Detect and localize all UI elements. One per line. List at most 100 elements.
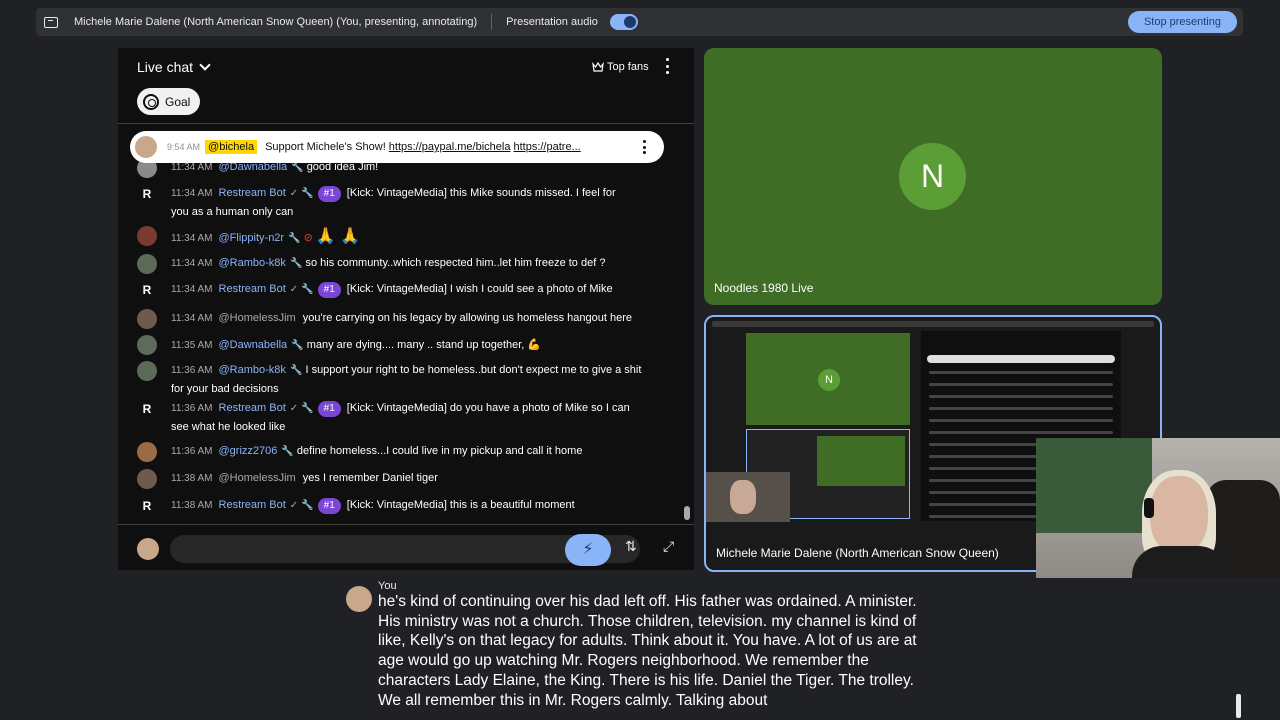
avatar [137,335,157,355]
message-text: you're carrying on his legacy by allowin… [302,312,632,324]
chat-message: 11:34 AM @HomelessJim you're carrying on … [118,309,678,329]
message-author[interactable]: @Flippity-n2r [219,232,285,244]
chat-message: R 11:38 AM Restream Bot ✓ 🔧 #1 [Kick: Vintag… [118,496,678,514]
presentation-audio-toggle[interactable] [609,14,638,30]
message-text: [Kick: VintageMedia] this Mike sounds mi… [346,187,616,199]
chat-message: 11:34 AM @Flippity-n2r 🔧 ⊘ 🙏 🙏 [118,226,678,248]
avatar [135,136,157,158]
mini-participant-tile: N [746,333,910,425]
goal-button[interactable]: Goal [137,88,201,115]
message-time: 11:34 AM [171,162,213,173]
avatar [137,226,157,246]
message-time: 11:36 AM [171,365,213,376]
chat-message: 11:36 AM @grizz2706 🔧 define homeless...I … [118,442,678,462]
wrench-icon: 🔧 [281,446,294,457]
caption-scrollbar[interactable] [1236,694,1241,718]
pinned-message[interactable]: 9:54 AM @bichela Support Michele's Show!… [130,131,664,163]
no-entry-icon: ⊘ [303,232,313,244]
participant-tile[interactable]: N Noodles 1980 Live [704,48,1162,305]
wrench-icon: 🔧 [289,258,303,269]
participant-avatar: N [899,143,966,210]
avatar [137,361,157,381]
chat-mode-dropdown[interactable]: Live chat [137,59,211,75]
crown-icon [592,62,604,72]
chat-message: 11:36 AM @Rambo-k8k 🔧 I support your right… [118,361,678,397]
wrench-icon: 🔧 [301,403,314,414]
message-time: 11:34 AM [171,258,213,269]
chat-message: R 11:34 AM Restream Bot ✓ 🔧 #1 [Kick: Vintag… [118,280,678,298]
headset [1144,498,1154,518]
chat-message: 11:35 AM @Dawnabella 🔧 many are dying.... … [118,335,678,355]
message-text: many are dying.... many .. stand up toge… [306,339,542,351]
chat-scrollbar[interactable] [684,506,690,520]
caption-text: he's kind of continuing over his dad lef… [378,593,917,709]
more-vert-icon[interactable] [643,140,646,154]
message-text: [Kick: VintageMedia] I wish I could see … [346,283,613,295]
mini-avatar: N [818,369,840,391]
chat-message: 11:34 AM @Rambo-k8k 🔧 so his communty..whi… [118,254,678,274]
more-vert-icon[interactable] [666,58,670,74]
message-author[interactable]: Restream Bot [219,499,286,511]
message-time: 11:34 AM [171,313,213,324]
avatar [137,309,157,329]
stop-presenting-button[interactable]: Stop presenting [1127,11,1237,33]
swap-icon[interactable]: ⇅ [625,538,637,555]
message-author[interactable]: Restream Bot [219,402,286,414]
message-time: 11:36 AM [171,403,213,414]
divider [118,524,694,525]
chat-message: R 11:36 AM Restream Bot ✓ 🔧 #1 [Kick: Vintag… [118,399,678,435]
chat-title: Live chat [137,59,194,75]
top-fans-button[interactable]: Top fans [588,56,653,78]
message-time: 11:38 AM [171,500,213,511]
mini-presenting-bar [712,321,1154,327]
lightning-icon[interactable]: ⚡ [565,534,611,566]
message-author[interactable]: @grizz2706 [219,445,278,457]
goal-icon [143,93,159,110]
pinned-link-patreon[interactable]: https://patre... [513,141,580,153]
message-author[interactable]: @Rambo-k8k [219,257,286,269]
rank-badge: #1 [317,498,341,514]
message-text: 🙏 🙏 [315,228,361,245]
divider [118,123,694,124]
wrench-icon: 🔧 [291,340,304,351]
mini-webcam [706,472,790,522]
message-author[interactable]: Restream Bot [219,283,286,295]
pinned-link-paypal[interactable]: https://paypal.me/bichela [389,141,511,153]
goal-label: Goal [165,94,191,109]
wrench-icon: 🔧 [289,365,303,376]
divider [491,14,493,30]
chevron-down-icon [199,59,211,71]
message-time: 11:34 AM [171,233,213,244]
verified-check-icon: ✓ [289,284,299,295]
wrench-icon: 🔧 [288,233,301,244]
avatar [137,469,157,489]
background-monitor [1036,438,1152,533]
wrench-icon: 🔧 [291,162,304,173]
message-author[interactable]: Restream Bot [219,187,286,199]
pinned-text: Support Michele's Show! [265,141,386,153]
message-author[interactable]: @HomelessJim [219,472,296,484]
avatar: R [142,499,152,513]
message-text: [Kick: VintageMedia] this is a beautiful… [346,499,575,511]
meet-window: Michele Marie Dalene (North American Sno… [0,0,1280,720]
avatar [137,442,157,462]
avatar: R [142,187,152,201]
expand-icon[interactable]: ⤢ [663,538,674,555]
pinned-time: 9:54 AM [167,142,201,152]
pinned-author: @bichela [205,140,258,154]
message-author[interactable]: @Dawnabella [219,339,288,351]
message-time: 11:36 AM [171,446,213,457]
message-time: 11:34 AM [171,284,213,295]
message-time: 11:38 AM [171,473,213,484]
message-author[interactable]: @HomelessJim [219,312,296,324]
message-author[interactable]: @Rambo-k8k [219,364,286,376]
captions: You he's kind of continuing over his dad… [346,580,946,720]
presenting-bar: Michele Marie Dalene (North American Sno… [36,8,1243,36]
message-text: [Kick: VintageMedia] do you have a photo… [346,402,630,414]
webcam-overlay [1036,438,1280,578]
rank-badge: #1 [317,186,341,202]
toggle-knob [623,16,636,28]
screen-share-name: Michele Marie Dalene (North American Sno… [716,546,999,560]
wrench-icon: 🔧 [301,188,314,199]
caption-speaker: You [378,580,397,592]
